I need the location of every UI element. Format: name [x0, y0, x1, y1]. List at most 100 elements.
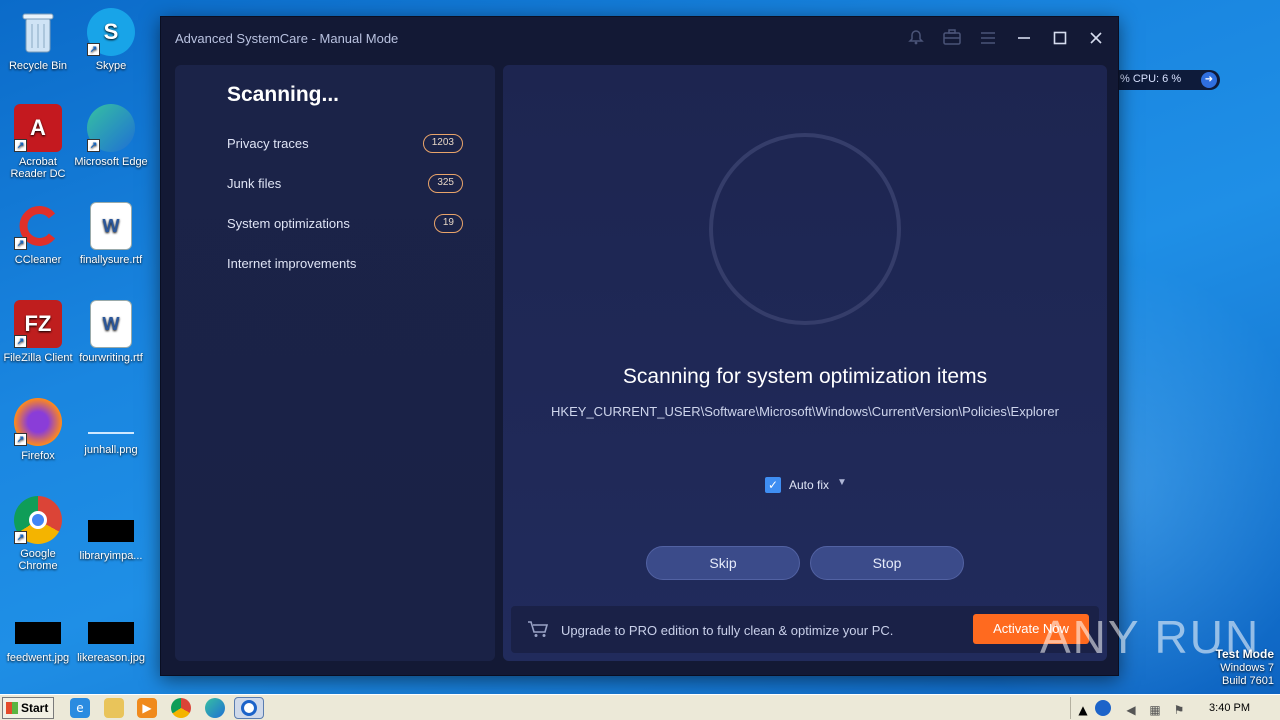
- desktop-icon-acrobat[interactable]: A ↗ Acrobat Reader DC: [0, 104, 76, 180]
- system-tray: ▲ ◀ ▦ ⚑ 3:40 PM: [1070, 697, 1280, 719]
- show-hidden-icons-icon[interactable]: ▲: [1077, 700, 1089, 720]
- desktop-icon-label: Firefox: [21, 450, 55, 462]
- desktop-icon-libraryimpa[interactable]: libraryimpa...: [73, 496, 149, 562]
- shortcut-arrow-icon: ↗: [14, 237, 27, 250]
- desktop-icon-filezilla[interactable]: FZ ↗ FileZilla Client: [0, 300, 76, 364]
- category-junk-files: Junk files 325: [227, 173, 463, 195]
- file-explorer-icon[interactable]: [104, 698, 124, 718]
- advanced-systemcare-taskbar-icon[interactable]: [234, 697, 264, 719]
- desktop-icon-junhall[interactable]: junhall.png: [73, 398, 149, 456]
- skype-icon: S ↗: [87, 8, 135, 56]
- menu-icon[interactable]: [976, 28, 1000, 52]
- desktop-icon-label: Acrobat Reader DC: [10, 156, 66, 180]
- desktop-icon-firefox[interactable]: ↗ Firefox: [0, 398, 76, 462]
- desktop-icon-chrome[interactable]: ↗ Google Chrome: [0, 496, 76, 572]
- filezilla-icon: FZ ↗: [14, 300, 62, 348]
- maximize-icon[interactable]: [1048, 28, 1072, 52]
- shortcut-arrow-icon: ↗: [14, 335, 27, 348]
- word-document-icon: W: [90, 202, 132, 250]
- cpu-readout: % CPU: 6 %: [1120, 73, 1182, 85]
- desktop-icon-recycle-bin[interactable]: Recycle Bin: [0, 8, 76, 72]
- title-bar[interactable]: Advanced SystemCare - Manual Mode: [161, 17, 1118, 63]
- taskbar: Start e ▶ ▲ ◀ ▦ ⚑ 3:40 PM: [0, 694, 1280, 720]
- shortcut-arrow-icon: ↗: [14, 139, 27, 152]
- ccleaner-icon: ↗: [14, 202, 62, 250]
- internet-explorer-icon[interactable]: e: [70, 698, 90, 718]
- word-document-icon: W: [90, 300, 132, 348]
- desktop-icon-feedwent[interactable]: feedwent.jpg: [0, 608, 76, 664]
- build-line: Build 7601: [1222, 675, 1274, 687]
- shortcut-arrow-icon: ↗: [14, 433, 27, 446]
- chrome-icon: ↗: [14, 496, 62, 544]
- category-label: Internet improvements: [227, 256, 357, 271]
- scan-status-panel: Scanning for system optimization items H…: [503, 65, 1107, 661]
- scan-categories-panel: Scanning... Privacy traces 1203 Junk fil…: [175, 65, 495, 661]
- media-player-icon[interactable]: ▶: [137, 698, 157, 718]
- desktop-icon-finallysure[interactable]: W finallysure.rtf: [73, 202, 149, 266]
- scan-current-path: HKEY_CURRENT_USER\Software\Microsoft\Win…: [551, 404, 1059, 419]
- desktop-icon-label: libraryimpa...: [79, 550, 143, 562]
- acrobat-icon: A ↗: [14, 104, 62, 152]
- systemcare-tray-icon[interactable]: [1095, 700, 1111, 716]
- close-icon[interactable]: [1084, 28, 1108, 52]
- category-label: System optimizations: [227, 216, 350, 231]
- network-icon[interactable]: ▦: [1147, 700, 1163, 720]
- image-thumbnail: [88, 622, 134, 644]
- minimize-icon[interactable]: [1012, 28, 1036, 52]
- start-button[interactable]: Start: [2, 697, 54, 719]
- auto-fix-checkbox[interactable]: ✓: [765, 477, 781, 493]
- bell-icon[interactable]: [904, 28, 928, 52]
- category-count-badge: 1203: [422, 134, 463, 153]
- shortcut-arrow-icon: ↗: [87, 43, 100, 56]
- desktop-icon-fourwriting[interactable]: W fourwriting.rtf: [73, 300, 149, 364]
- category-count-badge: 19: [433, 214, 463, 233]
- desktop-icon-ccleaner[interactable]: ↗ CCleaner: [0, 202, 76, 266]
- desktop-icon-label: CCleaner: [14, 254, 62, 266]
- windows-logo-icon: [6, 702, 18, 714]
- desktop-icon-label: junhall.png: [84, 444, 138, 456]
- category-count-badge: 325: [428, 174, 463, 193]
- chrome-icon[interactable]: [171, 698, 191, 718]
- window-title: Advanced SystemCare - Manual Mode: [175, 31, 399, 46]
- category-label: Privacy traces: [227, 136, 309, 151]
- scan-heading: Scanning...: [227, 83, 340, 106]
- image-thumbnail: [88, 520, 134, 542]
- test-mode-notice: Test Mode Windows 7 Build 7601: [1216, 648, 1274, 688]
- firefox-icon: ↗: [14, 398, 62, 446]
- recycle-bin-icon: [14, 8, 62, 56]
- shortcut-arrow-icon: ↗: [14, 531, 27, 544]
- upgrade-banner: Upgrade to PRO edition to fully clean & …: [511, 606, 1099, 653]
- speaker-icon[interactable]: ◀: [1123, 700, 1139, 720]
- test-mode-line: Test Mode: [1215, 647, 1274, 661]
- toolbox-icon[interactable]: [940, 28, 964, 52]
- app-window: Advanced SystemCare - Manual Mode Scanni…: [160, 16, 1119, 676]
- scan-progress-ring: [709, 133, 901, 325]
- category-system-optimizations: System optimizations 19: [227, 213, 463, 235]
- taskbar-clock[interactable]: 3:40 PM: [1209, 702, 1250, 714]
- chevron-down-icon[interactable]: ▼: [837, 477, 847, 488]
- edge-icon: ↗: [87, 104, 135, 152]
- desktop-icon-label: feedwent.jpg: [6, 652, 70, 664]
- desktop-icon-label: Microsoft Edge: [74, 156, 148, 168]
- edge-icon[interactable]: [205, 698, 225, 718]
- stop-button[interactable]: Stop: [810, 546, 964, 580]
- category-privacy-traces: Privacy traces 1203: [227, 133, 463, 155]
- desktop-icon-edge[interactable]: ↗ Microsoft Edge: [73, 104, 149, 168]
- desktop-icon-label: fourwriting.rtf: [79, 352, 143, 364]
- auto-fix-label: Auto fix: [789, 478, 830, 492]
- shortcut-arrow-icon: ↗: [87, 139, 100, 152]
- desktop-icon-label: Recycle Bin: [8, 60, 68, 72]
- image-thumbnail: [15, 622, 61, 644]
- skip-button[interactable]: Skip: [646, 546, 800, 580]
- desktop-icon-likereason[interactable]: likereason.jpg: [73, 608, 149, 664]
- desktop-icon-label: likereason.jpg: [77, 652, 145, 664]
- scan-status-title: Scanning for system optimization items: [622, 365, 988, 388]
- desktop-icon-skype[interactable]: S ↗ Skype: [73, 8, 149, 72]
- os-name-line: Windows 7: [1220, 662, 1274, 674]
- desktop-icon-label: Google Chrome: [18, 548, 58, 572]
- arrow-right-icon[interactable]: ➜: [1201, 72, 1217, 88]
- upgrade-text: Upgrade to PRO edition to fully clean & …: [561, 623, 894, 638]
- category-internet-improvements: Internet improvements: [227, 253, 463, 275]
- action-center-flag-icon[interactable]: ⚑: [1171, 700, 1187, 720]
- desktop-icon-label: Skype: [95, 60, 127, 72]
